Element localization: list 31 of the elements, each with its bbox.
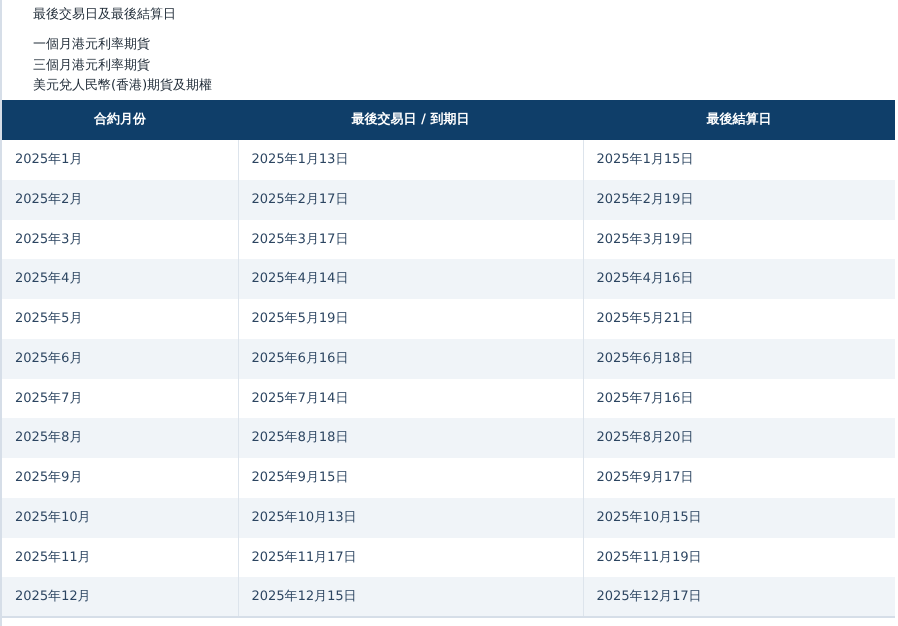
table-cell: 2025年6月18日 xyxy=(583,338,895,378)
table-cell: 2025年8月 xyxy=(2,418,238,458)
column-header: 合約月份 xyxy=(2,100,238,140)
table-cell: 2025年8月20日 xyxy=(583,418,895,458)
column-header: 最後交易日 / 到期日 xyxy=(238,100,583,140)
table-cell: 2025年12月 xyxy=(2,577,238,617)
table-cell: 2025年11月19日 xyxy=(583,538,895,578)
page-title: 最後交易日及最後結算日 xyxy=(32,6,177,24)
table-cell: 2025年5月21日 xyxy=(583,299,895,339)
table-cell: 2025年9月17日 xyxy=(583,458,895,498)
product-name: 美元兌人民幣(香港)期貨及期權 xyxy=(33,77,214,95)
table-cell: 2025年7月16日 xyxy=(583,378,895,418)
table-cell: 2025年2月17日 xyxy=(238,180,583,220)
table-cell: 2025年1月15日 xyxy=(583,140,895,180)
table-cell: 2025年6月 xyxy=(2,338,238,378)
table-cell: 2025年3月19日 xyxy=(583,220,895,260)
table-cell: 2025年10月15日 xyxy=(583,498,895,538)
table-cell: 2025年12月15日 xyxy=(238,577,583,617)
table-cell: 2025年6月16日 xyxy=(238,338,583,378)
column-header: 最後結算日 xyxy=(583,100,895,140)
table-cell: 2025年4月14日 xyxy=(238,259,583,299)
table-cell: 2025年12月17日 xyxy=(583,577,895,617)
table-cell: 2025年4月 xyxy=(2,259,238,299)
table-cell: 2025年10月 xyxy=(2,498,238,538)
table-cell: 2025年2月 xyxy=(2,180,238,220)
table-cell: 2025年10月13日 xyxy=(238,498,583,538)
table-cell: 2025年4月16日 xyxy=(583,259,895,299)
table-cell: 2025年8月18日 xyxy=(238,418,583,458)
product-name: 三個月港元利率期貨 xyxy=(33,56,151,74)
table-cell: 2025年2月19日 xyxy=(583,180,895,220)
product-name: 一個月港元利率期貨 xyxy=(33,36,151,54)
